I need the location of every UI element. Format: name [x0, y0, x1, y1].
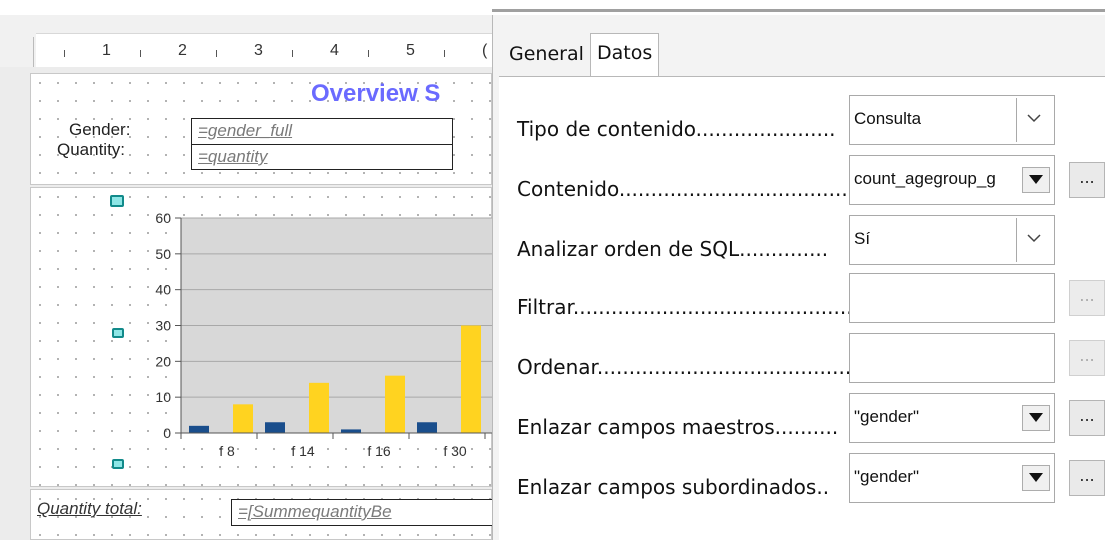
enlazar-maestros-ellipsis-button[interactable]: ... [1069, 400, 1105, 436]
chart-section[interactable]: 0 10 20 30 40 50 60 f 8 f 14 f 16 f 30 [30, 187, 492, 487]
bar-series-1 [265, 422, 285, 433]
y-tick-label: 0 [163, 425, 171, 441]
tab-general[interactable]: General [503, 35, 590, 75]
x-tick-label: f 14 [291, 443, 315, 459]
y-tick-label: 40 [155, 282, 171, 298]
tipo-contenido-label: Tipo de contenido...................... [517, 117, 836, 141]
gender-field-text: =gender_full [198, 121, 293, 140]
bar-series-1 [189, 425, 209, 433]
triangle-down-icon[interactable] [1022, 465, 1050, 491]
analizar-sql-combo[interactable]: Sí [849, 215, 1055, 265]
filtrar-ellipsis-button[interactable]: ... [1069, 280, 1105, 316]
ruler-number: 4 [330, 42, 339, 59]
bar-series-1 [417, 422, 437, 433]
quantity-total-field-text: =[SummequantityBe [238, 502, 392, 521]
ruler-tick [292, 50, 293, 57]
ruler-tick [64, 50, 65, 57]
triangle-down-icon[interactable] [1022, 167, 1050, 193]
ruler-number: 1 [102, 42, 111, 59]
y-tick-label: 50 [155, 246, 171, 262]
ruler-number: 3 [254, 42, 263, 59]
x-tick-label: f 16 [367, 443, 391, 459]
report-footer-section[interactable]: Quantity total: =[SummequantityBe [30, 489, 492, 540]
quantity-field[interactable]: =quantity [191, 144, 453, 170]
ruler-tick [140, 50, 141, 57]
y-tick-label: 20 [155, 353, 171, 369]
ruler-number: ( [482, 42, 488, 59]
tab-datos[interactable]: Datos [590, 33, 660, 77]
chevron-down-icon[interactable] [1016, 98, 1052, 142]
y-tick-label: 30 [155, 318, 171, 334]
chevron-down-icon[interactable] [1016, 218, 1052, 262]
enlazar-maestros-value: "gender" [854, 407, 920, 426]
resize-handle-icon[interactable] [110, 195, 124, 207]
enlazar-subordinados-label: Enlazar campos subordinados.. [517, 475, 830, 499]
enlazar-maestros-label: Enlazar campos maestros.......... [517, 415, 839, 439]
ordenar-label: Ordenar.................................… [517, 355, 858, 379]
contenido-ellipsis-button[interactable]: ... [1069, 162, 1105, 198]
analizar-sql-label: Analizar orden de SQL.............. [517, 237, 829, 261]
horizontal-ruler: 1 2 3 4 5 ( [0, 15, 492, 67]
bar-chart[interactable]: 0 10 20 30 40 50 60 f 8 f 14 f 16 f 30 [31, 188, 492, 488]
quantity-field-text: =quantity [198, 147, 268, 166]
x-tick-label: f 8 [219, 443, 235, 459]
report-title[interactable]: Overview S [311, 80, 440, 108]
quantity-total-label[interactable]: Quantity total: [37, 499, 142, 519]
bar-series-1 [341, 429, 361, 433]
ruler-number: 2 [178, 42, 187, 59]
contenido-combo[interactable]: count_agegroup_g [849, 155, 1055, 205]
bar-series-2 [385, 375, 405, 433]
quantity-total-field[interactable]: =[SummequantityBe [231, 499, 492, 526]
quantity-label[interactable]: Quantity: [57, 140, 125, 160]
gender-label[interactable]: Gender: [69, 120, 130, 140]
y-tick-label: 60 [155, 210, 171, 226]
tipo-contenido-combo[interactable]: Consulta [849, 95, 1055, 145]
ordenar-input[interactable] [849, 333, 1055, 383]
enlazar-maestros-combo[interactable]: "gender" [849, 393, 1055, 443]
x-tick-label: f 30 [443, 443, 467, 459]
ruler-corner [0, 37, 34, 67]
contenido-label: Contenido...............................… [517, 177, 848, 201]
resize-handle-icon[interactable] [112, 328, 124, 338]
enlazar-subordinados-ellipsis-button[interactable]: ... [1069, 460, 1105, 496]
ruler-scale: 1 2 3 4 5 ( [36, 33, 492, 67]
gender-field[interactable]: =gender_full [191, 118, 453, 145]
filtrar-label: Filtrar.................................… [517, 295, 859, 319]
datos-tab-page: Tipo de contenido...................... … [499, 76, 1105, 540]
analizar-sql-value: Sí [854, 229, 871, 248]
enlazar-subordinados-value: "gender" [854, 467, 920, 486]
ordenar-ellipsis-button[interactable]: ... [1069, 340, 1105, 376]
bar-series-2 [309, 382, 329, 433]
report-header-section[interactable]: Overview S Gender: =gender_full Quantity… [30, 73, 492, 185]
y-tick-label: 10 [155, 389, 171, 405]
triangle-down-icon[interactable] [1022, 405, 1050, 431]
report-designer: 1 2 3 4 5 ( Overview S Gender: =gender_f… [0, 0, 492, 540]
ruler-tick [216, 50, 217, 57]
enlazar-subordinados-combo[interactable]: "gender" [849, 453, 1055, 503]
ruler-tick [444, 50, 445, 57]
report-canvas: Overview S Gender: =gender_full Quantity… [0, 67, 492, 540]
filtrar-input[interactable] [849, 273, 1055, 323]
ruler-number: 5 [406, 42, 415, 59]
bar-series-2 [461, 325, 481, 433]
resize-handle-icon[interactable] [112, 459, 124, 469]
tipo-contenido-value: Consulta [854, 109, 922, 128]
properties-panel: General Datos Tipo de contenido.........… [492, 15, 1105, 540]
bar-series-2 [233, 404, 253, 433]
ruler-tick [368, 50, 369, 57]
contenido-value: count_agegroup_g [854, 169, 996, 188]
